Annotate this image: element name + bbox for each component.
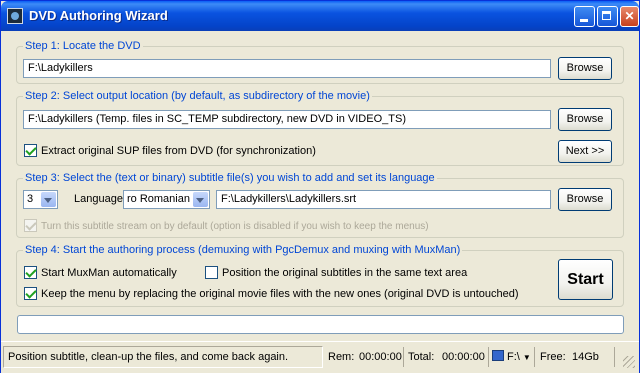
language-label: Language:	[74, 193, 126, 205]
step4-legend: Step 4: Start the authoring process (dem…	[23, 244, 463, 256]
floppy-disk-icon	[492, 350, 504, 361]
chevron-down-icon[interactable]	[193, 192, 208, 207]
start-button[interactable]: Start	[558, 259, 613, 300]
default-stream-label: Turn this subtitle stream on by default …	[41, 221, 429, 232]
step1-legend: Step 1: Locate the DVD	[23, 40, 143, 52]
status-separator	[488, 347, 489, 367]
start-muxman-checkbox[interactable]	[24, 266, 37, 279]
main-window: DVD Authoring Wizard ✕ Step 1: Locate th…	[0, 0, 640, 373]
rem-value: 00:00:00	[359, 351, 402, 363]
keep-menu-label: Keep the menu by replacing the original …	[41, 288, 519, 300]
maximize-button[interactable]	[597, 6, 618, 27]
window-title: DVD Authoring Wizard	[29, 8, 168, 23]
free-label: Free:	[540, 351, 566, 363]
close-icon: ✕	[624, 9, 635, 23]
language-select[interactable]: ro Romanian	[123, 190, 210, 209]
app-icon[interactable]	[7, 8, 23, 24]
drive-value: F:\	[507, 351, 520, 363]
total-value: 00:00:00	[442, 351, 485, 363]
title-bar[interactable]: DVD Authoring Wizard ✕	[1, 1, 639, 31]
minimize-button[interactable]	[574, 6, 595, 27]
status-separator	[534, 347, 535, 367]
stream-number-select[interactable]: 3	[23, 190, 58, 209]
extract-sup-label: Extract original SUP files from DVD (for…	[41, 145, 316, 157]
position-subs-label: Position the original subtitles in the s…	[222, 267, 468, 279]
step2-legend: Step 2: Select output location (by defau…	[23, 90, 372, 102]
position-subs-checkbox[interactable]	[205, 266, 218, 279]
next-button[interactable]: Next >>	[558, 140, 612, 163]
status-separator	[403, 347, 404, 367]
chevron-down-icon[interactable]	[41, 192, 56, 207]
drive-selector[interactable]: F:\ ▼	[492, 350, 531, 364]
subtitle-path-input[interactable]: F:\Ladykillers\Ladykillers.srt	[216, 190, 551, 209]
stream-number-value: 3	[27, 193, 34, 205]
dvd-path-input[interactable]: F:\Ladykillers	[23, 59, 551, 78]
progress-bar	[17, 315, 624, 334]
start-muxman-label: Start MuxMan automatically	[41, 267, 177, 279]
step3-legend: Step 3: Select the (text or binary) subt…	[23, 172, 437, 184]
status-separator	[614, 347, 615, 367]
output-path-input[interactable]: F:\Ladykillers (Temp. files in SC_TEMP s…	[23, 110, 551, 129]
close-button[interactable]: ✕	[620, 6, 639, 27]
default-stream-checkbox[interactable]	[24, 219, 37, 232]
maximize-icon	[602, 11, 611, 20]
resize-grip-icon[interactable]	[623, 356, 635, 368]
extract-sup-checkbox[interactable]	[24, 144, 37, 157]
total-label: Total:	[408, 351, 435, 363]
step1-browse-button[interactable]: Browse	[558, 57, 612, 80]
step3-browse-button[interactable]: Browse	[558, 188, 612, 211]
free-value: 14Gb	[572, 351, 599, 363]
status-bar: Position subtitle, clean-up the files, a…	[1, 341, 639, 373]
status-message: Position subtitle, clean-up the files, a…	[3, 346, 323, 368]
dropdown-arrow-icon[interactable]: ▼	[523, 353, 531, 362]
rem-label: Rem:	[328, 351, 355, 363]
step2-browse-button[interactable]: Browse	[558, 108, 612, 131]
minimize-icon	[580, 19, 588, 22]
keep-menu-checkbox[interactable]	[24, 287, 37, 300]
language-value: ro Romanian	[127, 193, 190, 205]
